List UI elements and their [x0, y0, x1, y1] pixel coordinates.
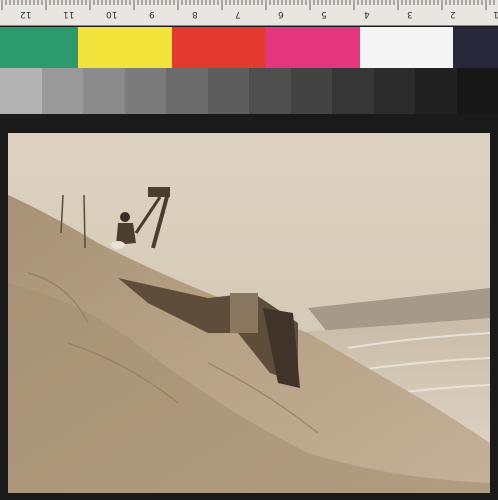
color-calibration-bar	[0, 27, 498, 68]
ruler-number: 12	[20, 9, 32, 19]
ruler-number: 4	[364, 9, 370, 19]
gray-patch	[207, 68, 249, 114]
marker-stake	[83, 194, 86, 249]
gray-patch	[456, 68, 498, 114]
gray-patch	[415, 68, 457, 114]
ruler-number: 5	[321, 9, 327, 19]
gray-scale-bar	[0, 68, 498, 114]
gray-patch	[373, 68, 415, 114]
color-patch	[78, 27, 172, 68]
person-head	[120, 212, 130, 222]
ruler-number: 2	[450, 9, 456, 19]
ruler-number: 10	[106, 9, 118, 19]
gray-patch	[83, 68, 125, 114]
color-patch	[265, 27, 360, 68]
ruler-number: 9	[149, 9, 155, 19]
gray-patch	[166, 68, 208, 114]
color-patch	[453, 27, 498, 68]
ruler-number: 8	[192, 9, 198, 19]
tripod-head	[148, 187, 170, 197]
structure-panel	[230, 293, 258, 333]
ruler-number: 11	[63, 9, 75, 19]
gray-patch	[124, 68, 166, 114]
color-patch	[360, 27, 453, 68]
person-shirt	[111, 241, 125, 249]
photo-scene	[8, 133, 490, 493]
ruler-number: 6	[278, 9, 284, 19]
ruler-number: 7	[235, 9, 241, 19]
color-patch	[0, 27, 78, 68]
gray-patch	[332, 68, 374, 114]
measurement-ruler: 12 11 10 9 8 7 6 5 4 3 2 1	[0, 0, 498, 26]
sepia-photograph	[8, 133, 490, 493]
ruler-number: 3	[407, 9, 413, 19]
gray-patch	[249, 68, 291, 114]
gray-patch	[41, 68, 83, 114]
color-patch	[172, 27, 265, 68]
ruler-number: 1	[493, 9, 498, 19]
ruler-ticks	[1, 0, 495, 10]
gray-patch	[290, 68, 332, 114]
gray-patch	[0, 68, 42, 114]
